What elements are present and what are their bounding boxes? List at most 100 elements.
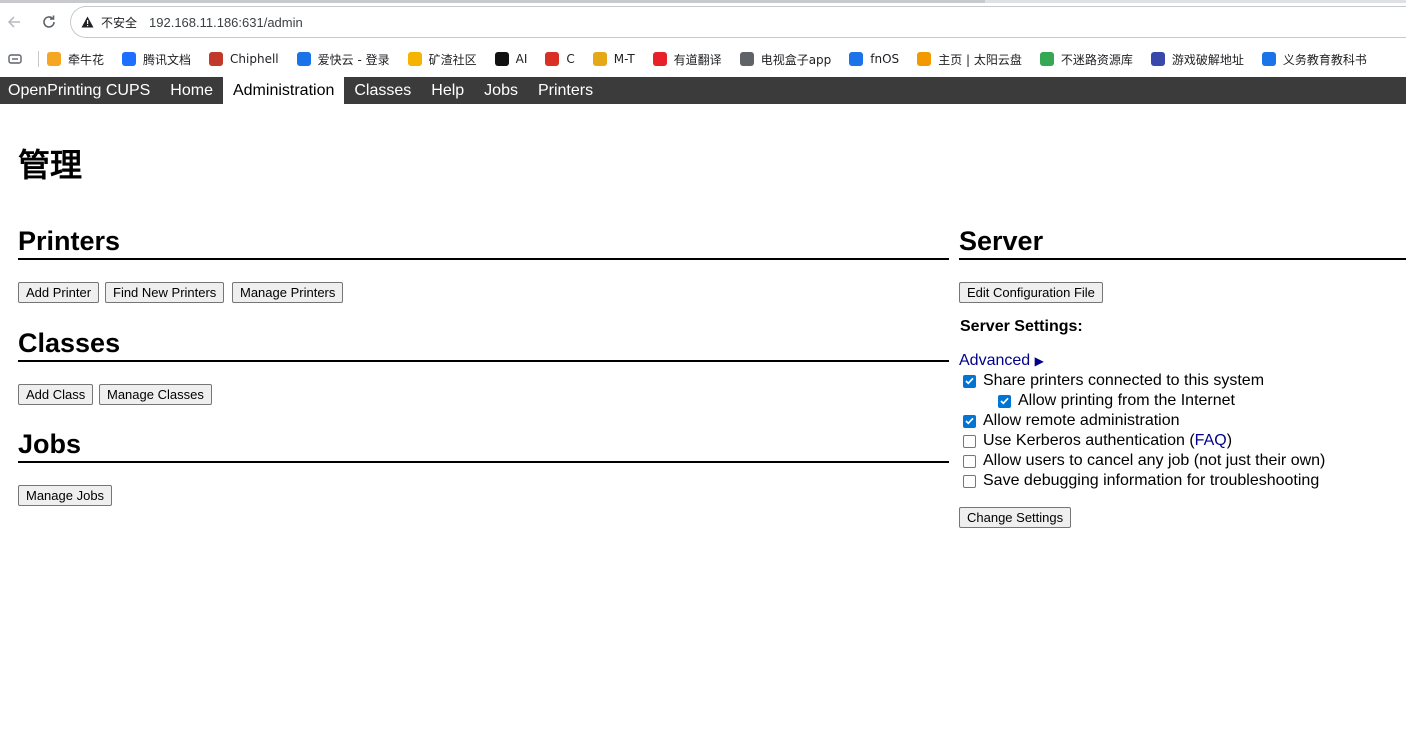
cancel-any-job-label: Allow users to cancel any job (not just … [983, 452, 1326, 469]
active-tab[interactable] [0, 0, 985, 3]
debug-logging-checkbox[interactable] [963, 474, 976, 488]
allow-internet-printing-label: Allow printing from the Internet [1018, 392, 1235, 409]
menu-item-openprinting-cups[interactable]: OpenPrinting CUPS [0, 77, 160, 104]
reload-icon [43, 15, 55, 28]
remote-admin-checkbox[interactable] [963, 414, 976, 428]
allow-internet-printing-checkbox[interactable] [998, 394, 1011, 408]
add-printer-button[interactable]: Add Printer [18, 282, 100, 303]
kerberos-faq-link[interactable]: FAQ [1195, 432, 1227, 450]
bookmark-item[interactable]: AI [494, 52, 528, 66]
bookmark-item[interactable]: 有道翻译 [652, 51, 722, 68]
bookmark-label: 牵牛花 [68, 52, 105, 67]
cancel-any-job-checkbox[interactable] [963, 454, 976, 468]
server-settings-label: Server Settings: [960, 318, 1083, 335]
classes-heading: Classes [18, 326, 949, 362]
flower-icon [47, 52, 61, 66]
option-allow-internet-printing[interactable]: Allow printing from the Internet [998, 391, 1235, 411]
warning-icon[interactable] [81, 15, 95, 29]
game-icon [1150, 52, 1165, 66]
mt-icon [592, 52, 607, 66]
bookmark-item[interactable]: Chiphell [209, 52, 279, 66]
bookmark-item[interactable]: 矿渣社区 [407, 51, 477, 68]
fnos-icon [849, 52, 864, 66]
option-debug-logging[interactable]: Save debugging information for troublesh… [963, 471, 1319, 491]
menu-item-help[interactable]: Help [421, 77, 474, 104]
manage-printers-button[interactable]: Manage Printers [232, 282, 344, 303]
bookmark-label: 腾讯文档 [143, 52, 192, 67]
bookmark-item[interactable]: 主页 | 太阳云盘 [917, 51, 1022, 68]
bookmark-item[interactable]: 电视盒子app [739, 51, 832, 68]
debug-logging-label: Save debugging information for troublesh… [983, 472, 1320, 489]
add-class-button[interactable]: Add Class [18, 384, 94, 405]
bookmark-label: M-T [613, 52, 635, 66]
bookmark-label: 爱快云 - 登录 [317, 52, 390, 67]
bookmark-label: C [566, 52, 575, 66]
bookmark-item[interactable]: 爱快云 - 登录 [296, 51, 390, 68]
server-heading: Server [959, 224, 1406, 260]
bookmarks-separator [38, 51, 39, 67]
back-button[interactable] [2, 10, 26, 34]
tab-strip [0, 0, 1406, 3]
cups-menubar: OpenPrinting CUPS Home Administration Class… [0, 77, 1406, 104]
tencent-docs-icon [122, 52, 137, 66]
bookmark-label: 不迷路资源库 [1060, 52, 1133, 67]
bookmark-item[interactable]: C [545, 52, 575, 66]
checkmark-icon [1000, 397, 1009, 405]
menu-item-classes[interactable]: Classes [344, 77, 421, 104]
change-settings-button[interactable]: Change Settings [959, 507, 1072, 528]
browser-toolbar: 不安全 192.168.11.186:631/admin [0, 0, 1406, 42]
bookmark-item[interactable]: fnOS [849, 52, 899, 66]
bookmark-label: 主页 | 太阳云盘 [938, 52, 1022, 67]
advanced-toggle[interactable]: Advanced ▶ [959, 352, 1044, 370]
ikuai-icon [296, 52, 311, 66]
bookmark-label: 电视盒子app [760, 52, 832, 67]
checkmark-icon [965, 377, 974, 385]
trophy-icon [407, 52, 422, 66]
youdao-icon [652, 52, 667, 66]
bookmark-label: AI [515, 52, 528, 66]
bookmark-item[interactable]: 游戏破解地址 [1150, 51, 1244, 68]
remote-admin-label: Allow remote administration [983, 412, 1180, 429]
share-printers-label: Share printers connected to this system [983, 372, 1265, 389]
kerberos-checkbox[interactable] [963, 434, 976, 448]
option-kerberos[interactable]: Use Kerberos authentication (FAQ) [963, 431, 1232, 451]
menu-item-home[interactable]: Home [160, 77, 223, 104]
insecure-label[interactable]: 不安全 [101, 14, 137, 31]
reload-button[interactable] [37, 10, 61, 34]
kerberos-label-prefix: Use Kerberos authentication ( [983, 432, 1195, 449]
advanced-label: Advanced [959, 352, 1031, 369]
globe-icon [739, 52, 754, 66]
bookmark-label: 义务教育教科书 [1282, 52, 1367, 67]
printers-heading: Printers [18, 224, 949, 260]
bookmark-label: 矿渣社区 [428, 52, 477, 67]
expand-arrow-icon: ▶ [1034, 354, 1044, 368]
bookmark-item[interactable]: 义务教育教科书 [1261, 51, 1367, 68]
edit-configuration-file-button[interactable]: Edit Configuration File [959, 282, 1103, 303]
menu-item-administration[interactable]: Administration [222, 77, 345, 104]
kerberos-label-suffix: ) [1226, 432, 1233, 449]
jobs-heading: Jobs [18, 427, 949, 463]
tab-search-icon[interactable] [6, 50, 24, 68]
bookmark-item[interactable]: 牵牛花 [47, 51, 104, 68]
option-cancel-any-job[interactable]: Allow users to cancel any job (not just … [963, 451, 1325, 471]
bookmark-item[interactable]: 不迷路资源库 [1039, 51, 1133, 68]
manage-jobs-button[interactable]: Manage Jobs [18, 485, 113, 506]
sun-cloud-icon [917, 52, 932, 66]
bookmark-label: 游戏破解地址 [1171, 52, 1244, 67]
bookmarks-bar: 牵牛花 腾讯文档 Chiphell 爱快云 - 登录 矿渣社区 AI C M-T 有道翻译 电视盒… [0, 43, 1406, 75]
menu-item-printers[interactable]: Printers [528, 77, 603, 104]
bookmark-item[interactable]: 腾讯文档 [122, 51, 191, 68]
find-new-printers-button[interactable]: Find New Printers [105, 282, 225, 303]
option-share-printers[interactable]: Share printers connected to this system [963, 371, 1264, 391]
share-printers-checkbox[interactable] [963, 374, 976, 388]
bookmark-item[interactable]: M-T [592, 52, 635, 66]
textbook-icon [1261, 52, 1276, 66]
manage-classes-button[interactable]: Manage Classes [99, 384, 212, 405]
address-bar[interactable]: 不安全 192.168.11.186:631/admin [70, 6, 1406, 38]
bookmark-list: 牵牛花 腾讯文档 Chiphell 爱快云 - 登录 矿渣社区 AI C M-T 有道翻译 电视盒… [47, 51, 1385, 68]
menu-item-jobs[interactable]: Jobs [474, 77, 528, 104]
chiphell-icon [209, 52, 224, 66]
bookmark-label: Chiphell [230, 52, 279, 66]
url-text[interactable]: 192.168.11.186:631/admin [149, 15, 303, 30]
option-remote-admin[interactable]: Allow remote administration [963, 411, 1180, 431]
